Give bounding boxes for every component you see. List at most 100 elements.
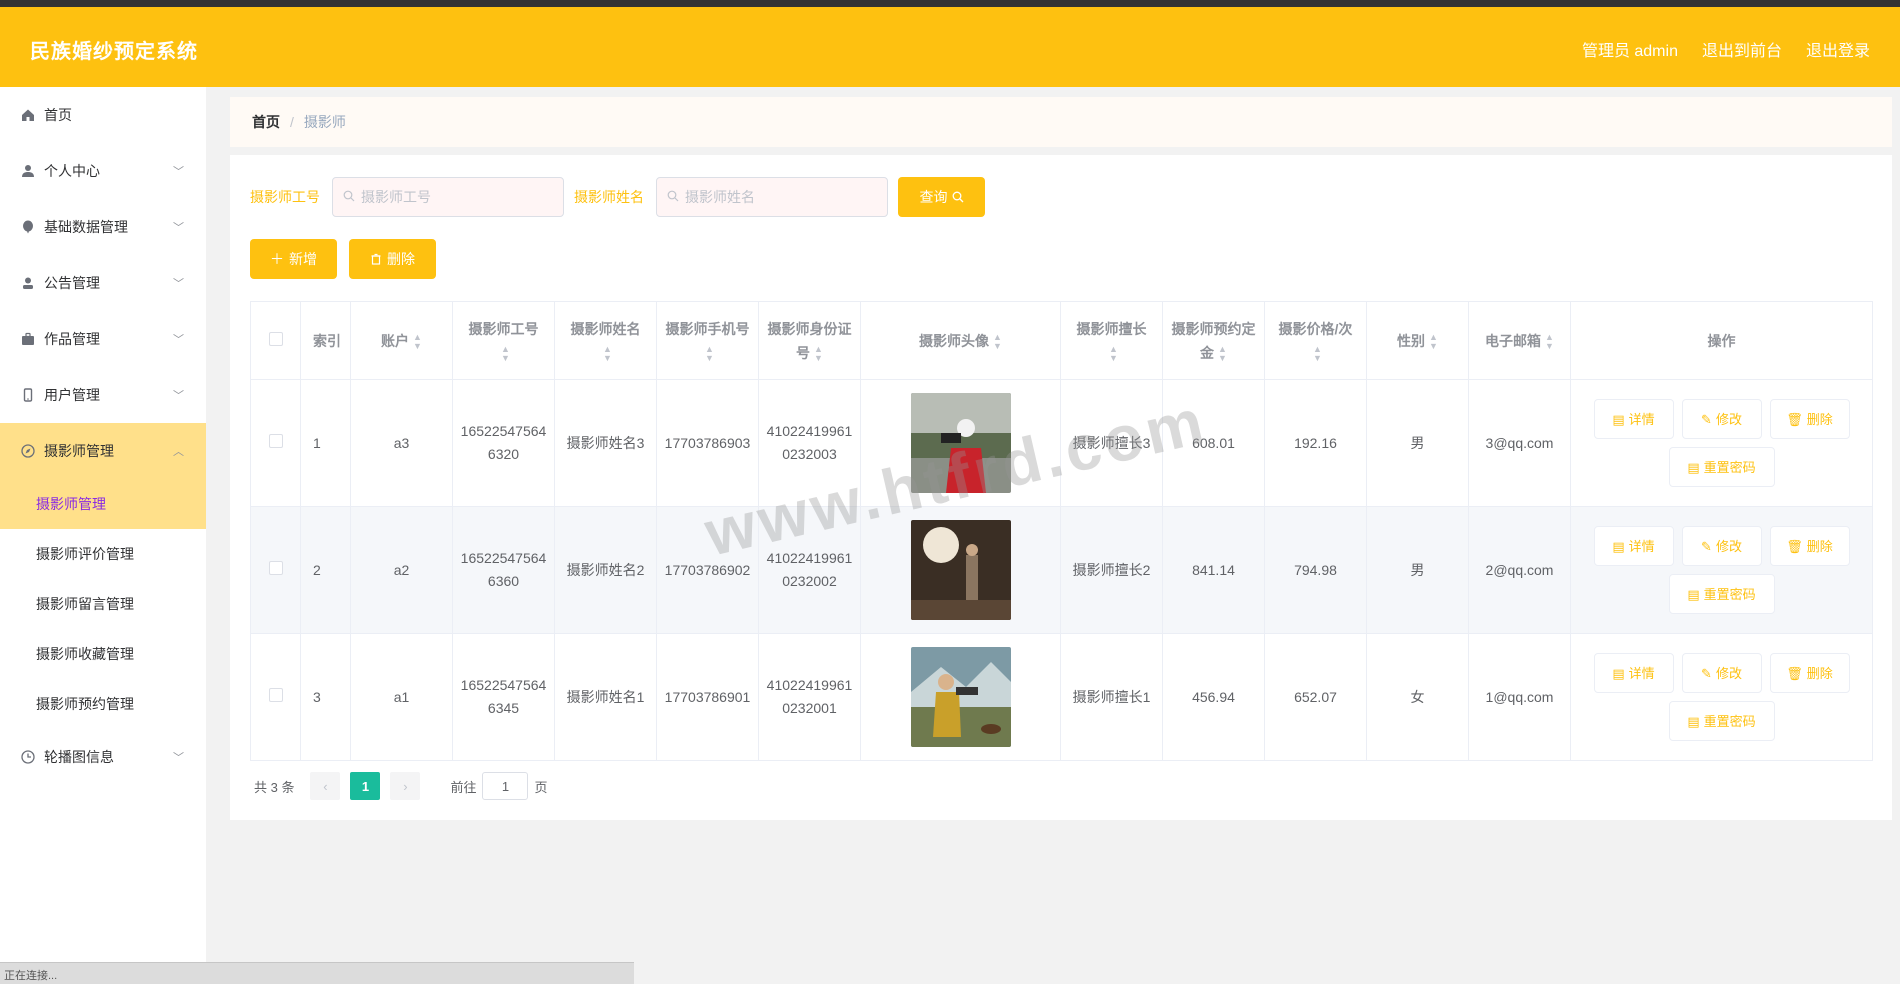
row-delete-button[interactable]: 🗑 删除 (1769, 526, 1850, 566)
delete-button-label: 删除 (387, 251, 415, 267)
trash-icon: 🗑 (1786, 411, 1803, 427)
column-header-no[interactable]: 摄影师工号 ▲ ▼ (452, 301, 555, 380)
search-input-no[interactable]: 摄影师工号 (332, 177, 564, 217)
goto-prefix: 前往 (450, 779, 477, 795)
detail-button[interactable]: ▤ 详情 (1593, 653, 1674, 693)
admin-label[interactable]: 管理员 admin (1582, 37, 1678, 61)
search-label-name: 摄影师姓名 (574, 189, 644, 205)
sidebar-item-notice[interactable]: 公告管理 ﹀ (0, 255, 206, 311)
exit-to-front-link[interactable]: 退出到前台 (1702, 37, 1782, 61)
cell-name: 摄影师姓名3 (554, 379, 657, 507)
sort-icon[interactable]: ▲ ▼ (1545, 332, 1554, 351)
detail-button[interactable]: ▤ 详情 (1593, 399, 1674, 439)
sidebar-subitem-booking[interactable]: 摄影师预约管理 (0, 679, 206, 729)
column-header-idcard[interactable]: 摄影师身份证号 ▲ ▼ (758, 301, 861, 380)
sort-icon[interactable]: ▲ ▼ (993, 332, 1002, 351)
cell-no: 165225475646345 (452, 633, 555, 761)
user-icon (20, 163, 36, 179)
row-delete-button[interactable]: 🗑 删除 (1769, 399, 1850, 439)
cell-email: 1@qq.com (1468, 633, 1571, 761)
chevron-down-icon: ﹀ (173, 390, 184, 402)
photographer-avatar-image[interactable] (910, 393, 1011, 493)
sort-icon[interactable]: ▲ ▼ (1313, 344, 1322, 363)
photographer-avatar-image[interactable] (910, 520, 1011, 620)
row-checkbox[interactable] (250, 633, 301, 761)
sort-icon[interactable]: ▲ ▼ (1429, 332, 1438, 351)
sort-icon[interactable]: ▲ ▼ (413, 332, 422, 351)
edit-button[interactable]: ✎ 修改 (1681, 399, 1762, 439)
cell-name: 摄影师姓名1 (554, 633, 657, 761)
sidebar-item-photographer[interactable]: 摄影师管理 ︿ (0, 423, 206, 479)
cell-index: 2 (300, 506, 351, 634)
breadcrumb-home[interactable]: 首页 (252, 112, 280, 132)
page-number-current[interactable]: 1 (350, 772, 381, 800)
row-checkbox[interactable] (250, 379, 301, 507)
cell-ops: ▤ 详情 ✎ 修改 🗑 删除 ▤ 重置密码 (1570, 506, 1873, 634)
sidebar-subitem-favorite[interactable]: 摄影师收藏管理 (0, 629, 206, 679)
query-button[interactable]: 查询 (898, 177, 985, 217)
reset-password-button[interactable]: ▤ 重置密码 (1668, 574, 1775, 614)
chevron-up-icon: ︿ (173, 446, 184, 458)
cell-no: 165225475646360 (452, 506, 555, 634)
column-header-name[interactable]: 摄影师姓名 ▲ ▼ (554, 301, 657, 380)
column-header-specialty[interactable]: 摄影师擅长 ▲ ▼ (1060, 301, 1163, 380)
search-input-name[interactable]: 摄影师姓名 (656, 177, 888, 217)
sidebar-subitem-review[interactable]: 摄影师评价管理 (0, 529, 206, 579)
sidebar-item-works[interactable]: 作品管理 ﹀ (0, 311, 206, 367)
column-header-deposit[interactable]: 摄影师预约定金 ▲ ▼ (1162, 301, 1265, 380)
sort-icon[interactable]: ▲ ▼ (603, 344, 612, 363)
cell-price: 652.07 (1264, 633, 1367, 761)
reset-password-button[interactable]: ▤ 重置密码 (1668, 447, 1775, 487)
sidebar-item-users[interactable]: 用户管理 ﹀ (0, 367, 206, 423)
next-page-button[interactable]: › (390, 772, 421, 800)
detail-button[interactable]: ▤ 详情 (1593, 526, 1674, 566)
document-icon: ▤ (1687, 459, 1700, 475)
sidebar-item-label: 作品管理 (44, 331, 100, 347)
row-checkbox[interactable] (250, 506, 301, 634)
column-header-phone[interactable]: 摄影师手机号▲ ▼ (656, 301, 759, 380)
chevron-down-icon: ﹀ (173, 166, 184, 178)
sidebar: 首页 个人中心 ﹀ 基础数据管理 ﹀ 公告管理 ﹀ 作品管理 ﹀ 用户管理 ﹀ (0, 87, 206, 984)
row-delete-button[interactable]: 🗑 删除 (1769, 653, 1850, 693)
column-header-account[interactable]: 账户 ▲ ▼ (350, 301, 453, 380)
document-icon: ▤ (1612, 538, 1625, 554)
column-header-avatar[interactable]: 摄影师头像 ▲ ▼ (860, 301, 1061, 380)
sort-icon[interactable]: ▲ ▼ (501, 344, 510, 363)
reset-password-button[interactable]: ▤ 重置密码 (1668, 701, 1775, 741)
column-header-price[interactable]: 摄影价格/次 ▲ ▼ (1264, 301, 1367, 380)
sort-icon[interactable]: ▲ ▼ (814, 344, 823, 363)
sidebar-subitem-message[interactable]: 摄影师留言管理 (0, 579, 206, 629)
cell-gender: 男 (1366, 379, 1469, 507)
sidebar-item-home[interactable]: 首页 (0, 87, 206, 143)
pagination-total: 共 3 条 (254, 779, 295, 795)
select-all-checkbox[interactable] (250, 301, 301, 380)
sidebar-item-carousel[interactable]: 轮播图信息 ﹀ (0, 729, 206, 785)
logout-link[interactable]: 退出登录 (1806, 37, 1870, 61)
sort-icon[interactable]: ▲ ▼ (1109, 344, 1118, 363)
document-icon: ▤ (1687, 586, 1700, 602)
cell-avatar (860, 379, 1061, 507)
cell-idcard: 410224199610232003 (758, 379, 861, 507)
column-header-gender[interactable]: 性别 ▲ ▼ (1366, 301, 1469, 380)
chevron-down-icon: ﹀ (173, 222, 184, 234)
sidebar-item-personal[interactable]: 个人中心 ﹀ (0, 143, 206, 199)
table-row: 3 a1 165225475646345 摄影师姓名1 17703786901 … (250, 633, 1873, 761)
add-button[interactable]: ＋ 新增 (250, 239, 337, 279)
column-header-email[interactable]: 电子邮箱 ▲ ▼ (1468, 301, 1571, 380)
breadcrumb: 首页 / 摄影师 (230, 97, 1892, 147)
edit-button[interactable]: ✎ 修改 (1681, 526, 1762, 566)
photographer-table: 索引 账户 ▲ ▼ 摄影师工号 ▲ ▼ 摄影师姓名 ▲ ▼ 摄影师手机号▲ ▼ 摄影师身份证号… (250, 301, 1873, 761)
sort-icon[interactable]: ▲ ▼ (1218, 344, 1227, 363)
delete-button[interactable]: 删除 (349, 239, 436, 279)
prev-page-button[interactable]: ‹ (310, 772, 341, 800)
cell-phone: 17703786902 (656, 506, 759, 634)
edit-button[interactable]: ✎ 修改 (1681, 653, 1762, 693)
sidebar-subitem-photographer[interactable]: 摄影师管理 (0, 479, 206, 529)
main-content: 摄影师工号 摄影师工号 摄影师姓名 摄影师姓名 查询 ＋ 新增 删除 索引 账户… (230, 155, 1892, 820)
goto-page-input[interactable]: 1 (482, 772, 529, 800)
photographer-avatar-image[interactable] (910, 647, 1011, 747)
cell-name: 摄影师姓名2 (554, 506, 657, 634)
sort-icon[interactable]: ▲ ▼ (705, 344, 714, 363)
sidebar-item-basic-data[interactable]: 基础数据管理 ﹀ (0, 199, 206, 255)
edit-icon: ✎ (1701, 665, 1712, 681)
